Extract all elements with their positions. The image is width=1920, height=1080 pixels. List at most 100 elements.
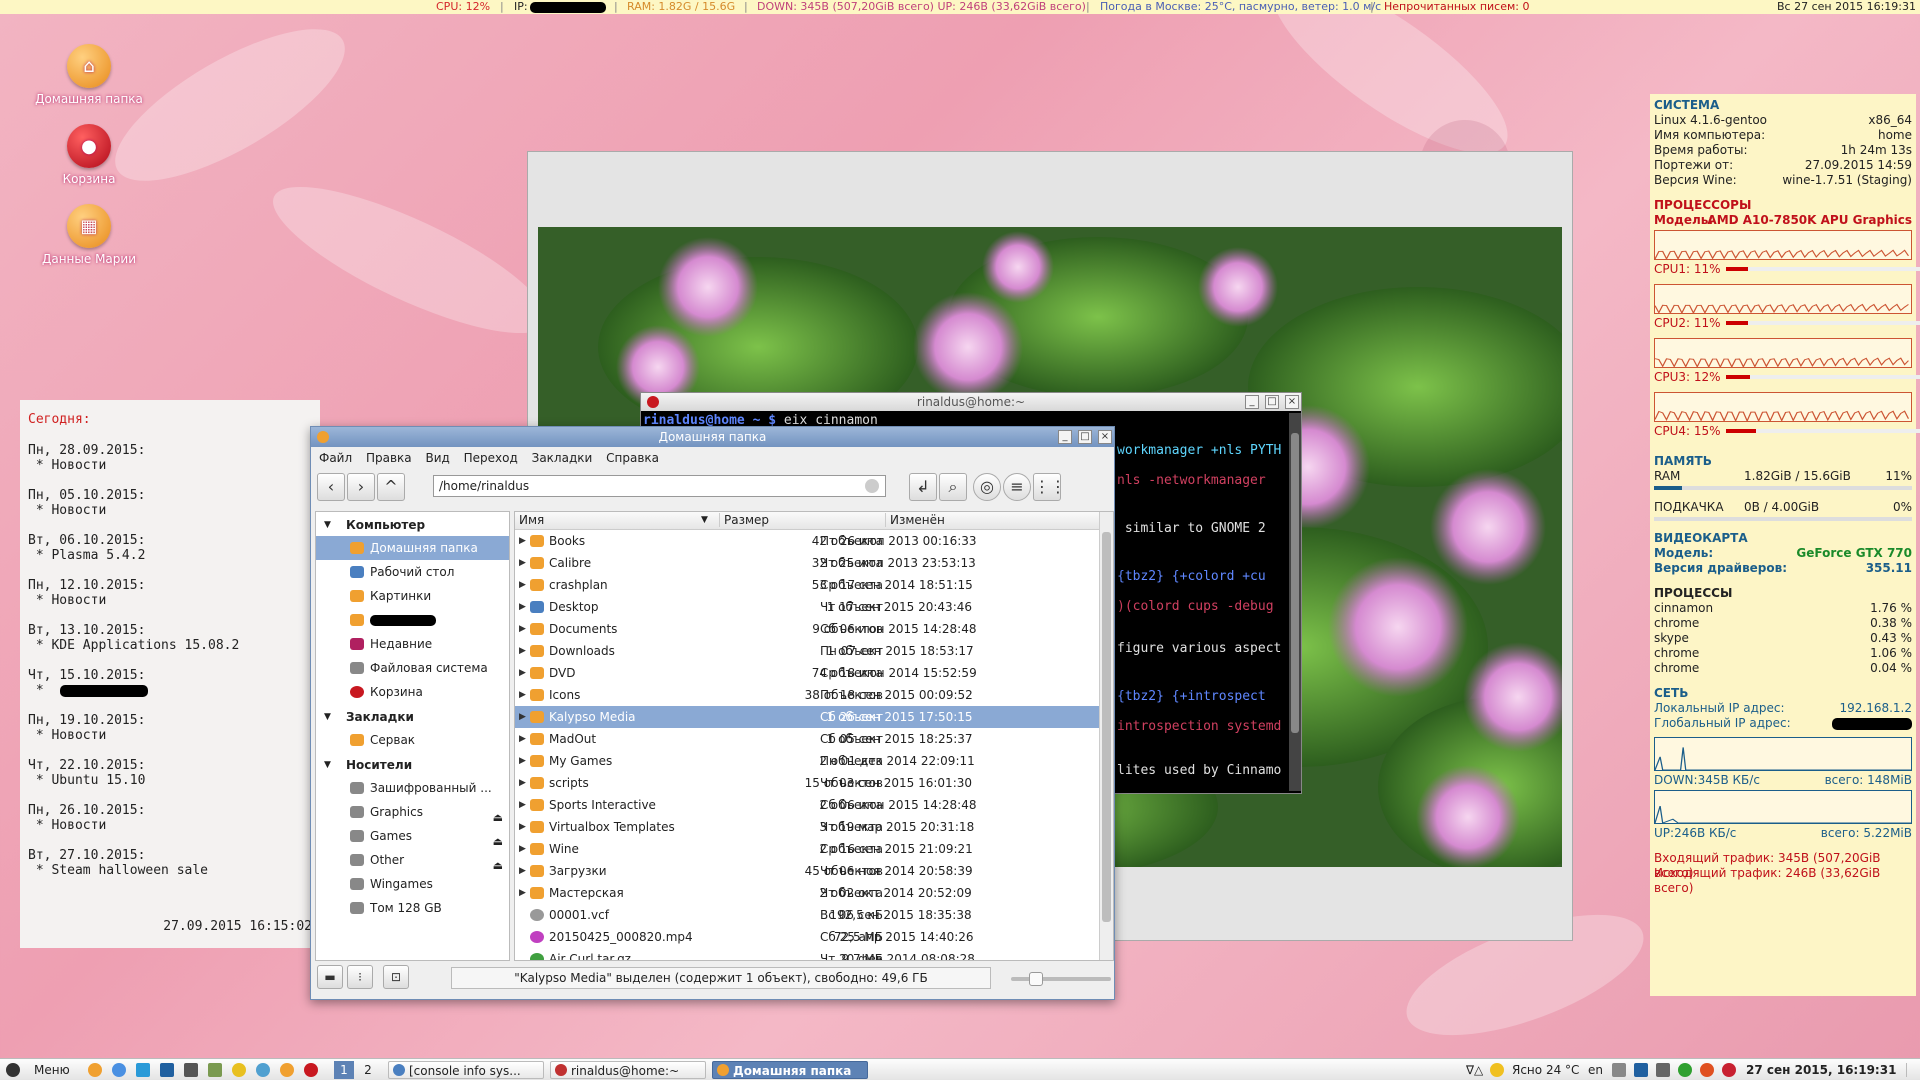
network-icon[interactable]: [1656, 1063, 1670, 1077]
zoom-slider-handle[interactable]: [1029, 972, 1043, 986]
disk-icon[interactable]: [256, 1063, 270, 1077]
task-file-manager[interactable]: Домашняя папка: [712, 1061, 868, 1079]
file-row[interactable]: ▶ Мастерская 2 объекта Чт 02 окт 2014 20:52…: [515, 882, 1113, 904]
file-row[interactable]: ▶ Documents 9 объектов Сб 06 июн 2015 14:28…: [515, 618, 1113, 640]
desktop-icon-home[interactable]: ⌂ Домашняя папка: [34, 44, 144, 106]
icon-view-button[interactable]: ◎: [973, 473, 1001, 501]
show-tree-button[interactable]: ⁝: [347, 965, 373, 989]
expand-arrow-icon[interactable]: ▶: [519, 860, 526, 882]
keyboard-indicator[interactable]: ∇△: [1466, 1059, 1483, 1080]
language-indicator[interactable]: en: [1588, 1059, 1603, 1080]
sidebar-item-volume[interactable]: Том 128 GB: [316, 896, 509, 920]
mail-icon[interactable]: [136, 1063, 150, 1077]
red-tray-icon[interactable]: [1722, 1063, 1736, 1077]
volume-icon[interactable]: [1612, 1063, 1626, 1077]
file-row[interactable]: 20150425_000820.mp4 72,5 МБ Сб 25 апр 2015…: [515, 926, 1113, 948]
sidebar-item-home[interactable]: Домашняя папка: [316, 536, 509, 560]
task-terminal[interactable]: rinaldus@home:~: [550, 1061, 706, 1079]
up-button[interactable]: ^: [377, 473, 405, 501]
file-row[interactable]: ▶ Загрузки 45 объектов Чт 06 ноя 2014 20:58…: [515, 860, 1113, 882]
menu-button[interactable]: Меню: [4, 1059, 74, 1080]
sidebar-item-trash[interactable]: Корзина: [316, 680, 509, 704]
list-view-button[interactable]: ≡: [1003, 473, 1031, 501]
chrome-icon[interactable]: [112, 1063, 126, 1077]
minimize-button[interactable]: _: [1058, 430, 1072, 444]
file-row[interactable]: ▶ MadOut 1 объект Сб 05 сен 2015 18:25:37: [515, 728, 1113, 750]
zoom-slider[interactable]: [1011, 972, 1111, 986]
menu-edit[interactable]: Правка: [366, 451, 412, 465]
menu-file[interactable]: Файл: [319, 451, 352, 465]
cloud-icon[interactable]: [1700, 1063, 1714, 1077]
file-row[interactable]: ▶ Desktop 1 объект Чт 17 сен 2015 20:43:46: [515, 596, 1113, 618]
sidebar-header-computer[interactable]: Компьютер: [316, 512, 509, 536]
sidebar-item-filesystem[interactable]: Файловая система: [316, 656, 509, 680]
workspace-1[interactable]: 1: [334, 1061, 354, 1079]
expand-arrow-icon[interactable]: ▶: [519, 794, 526, 816]
file-row[interactable]: 00001.vcf 192,5 кБ Вс 06 сен 2015 18:35:38: [515, 904, 1113, 926]
expand-arrow-icon[interactable]: ▶: [519, 574, 526, 596]
column-name[interactable]: Имя: [519, 513, 544, 527]
show-desktop-button[interactable]: [1906, 1063, 1916, 1077]
close-button[interactable]: ×: [1098, 430, 1112, 444]
sidebar-item-pictures[interactable]: Картинки: [316, 584, 509, 608]
task-console-info[interactable]: [console info sys...: [388, 1061, 544, 1079]
firefox-icon[interactable]: [88, 1063, 102, 1077]
scrollbar-thumb[interactable]: [1102, 532, 1111, 922]
file-manager-titlebar[interactable]: Домашняя папка _ □ ×: [311, 427, 1114, 447]
desktop-icon-trash[interactable]: ● Корзина: [34, 124, 144, 186]
file-row[interactable]: ▶ DVD 74 объекта Ср 18 июн 2014 15:52:59: [515, 662, 1113, 684]
column-modified[interactable]: Изменён: [885, 513, 945, 527]
sidebar-item-other[interactable]: Other ⏏: [316, 848, 509, 872]
expand-arrow-icon[interactable]: ▶: [519, 684, 526, 706]
column-size[interactable]: Размер: [719, 513, 769, 527]
expand-arrow-icon[interactable]: ▶: [519, 706, 526, 728]
toggle-location-button[interactable]: ↲: [909, 473, 937, 501]
sidebar-item-server[interactable]: Сервак: [316, 728, 509, 752]
menu-go[interactable]: Переход: [464, 451, 518, 465]
expand-arrow-icon[interactable]: ▶: [519, 772, 526, 794]
clear-location-icon[interactable]: [865, 479, 879, 493]
file-row[interactable]: ▶ Kalypso Media 1 объект Сб 26 сен 2015 17:…: [515, 706, 1113, 728]
forward-button[interactable]: ›: [347, 473, 375, 501]
red-app-icon[interactable]: [304, 1063, 318, 1077]
sidebar-item-games[interactable]: Games ⏏: [316, 824, 509, 848]
maximize-button[interactable]: □: [1265, 395, 1279, 409]
file-row[interactable]: ▶ Calibre 32 объекта Чт 25 июл 2013 23:53:1…: [515, 552, 1113, 574]
minimize-button[interactable]: _: [1245, 395, 1259, 409]
sidebar-item-wingames[interactable]: Wingames: [316, 872, 509, 896]
radiation-icon[interactable]: [232, 1063, 246, 1077]
wine-icon[interactable]: [208, 1063, 222, 1077]
toggle-sidebar-button[interactable]: ⊡: [383, 965, 409, 989]
taskbar-clock[interactable]: 27 сен 2015, 16:19:31: [1746, 1059, 1896, 1080]
workspace-2[interactable]: 2: [358, 1061, 378, 1079]
expand-arrow-icon[interactable]: ▶: [519, 838, 526, 860]
terminal-icon[interactable]: [184, 1063, 198, 1077]
expand-arrow-icon[interactable]: ▶: [519, 662, 526, 684]
expand-arrow-icon[interactable]: ▶: [519, 640, 526, 662]
show-places-button[interactable]: ▬: [317, 965, 343, 989]
file-row[interactable]: ▶ Virtualbox Templates 3 объекта Чт 19 мар …: [515, 816, 1113, 838]
back-button[interactable]: ‹: [317, 473, 345, 501]
sidebar-item-redacted[interactable]: [316, 608, 509, 632]
music-icon[interactable]: [280, 1063, 294, 1077]
skype-tray-icon[interactable]: [1634, 1063, 1648, 1077]
file-row[interactable]: ▶ Downloads 1 объект Пн 07 сен 2015 18:53:1…: [515, 640, 1113, 662]
sidebar-item-desktop[interactable]: Рабочий стол: [316, 560, 509, 584]
sidebar-header-bookmarks[interactable]: Закладки: [316, 704, 509, 728]
menu-view[interactable]: Вид: [425, 451, 449, 465]
expand-arrow-icon[interactable]: ▶: [519, 596, 526, 618]
expand-arrow-icon[interactable]: ▶: [519, 552, 526, 574]
sidebar-item-graphics[interactable]: Graphics ⏏: [316, 800, 509, 824]
terminal-titlebar[interactable]: rinaldus@home:~ _ □ ×: [641, 393, 1301, 411]
location-bar[interactable]: /home/rinaldus: [433, 475, 886, 497]
terminal-scrollbar[interactable]: [1289, 413, 1301, 791]
sidebar-item-encrypted[interactable]: Зашифрованный ...: [316, 776, 509, 800]
sidebar-header-devices[interactable]: Носители: [316, 752, 509, 776]
terminal-scrollbar-thumb[interactable]: [1291, 433, 1299, 733]
expand-arrow-icon[interactable]: ▶: [519, 750, 526, 772]
menu-bookmarks[interactable]: Закладки: [532, 451, 593, 465]
expand-arrow-icon[interactable]: ▶: [519, 728, 526, 750]
search-icon[interactable]: ⌕: [939, 473, 967, 501]
desktop-icon-maria-data[interactable]: ▦ Данные Марии: [34, 204, 144, 266]
file-row[interactable]: ▶ crashplan 53 объекта Ср 17 сен 2014 18:51…: [515, 574, 1113, 596]
